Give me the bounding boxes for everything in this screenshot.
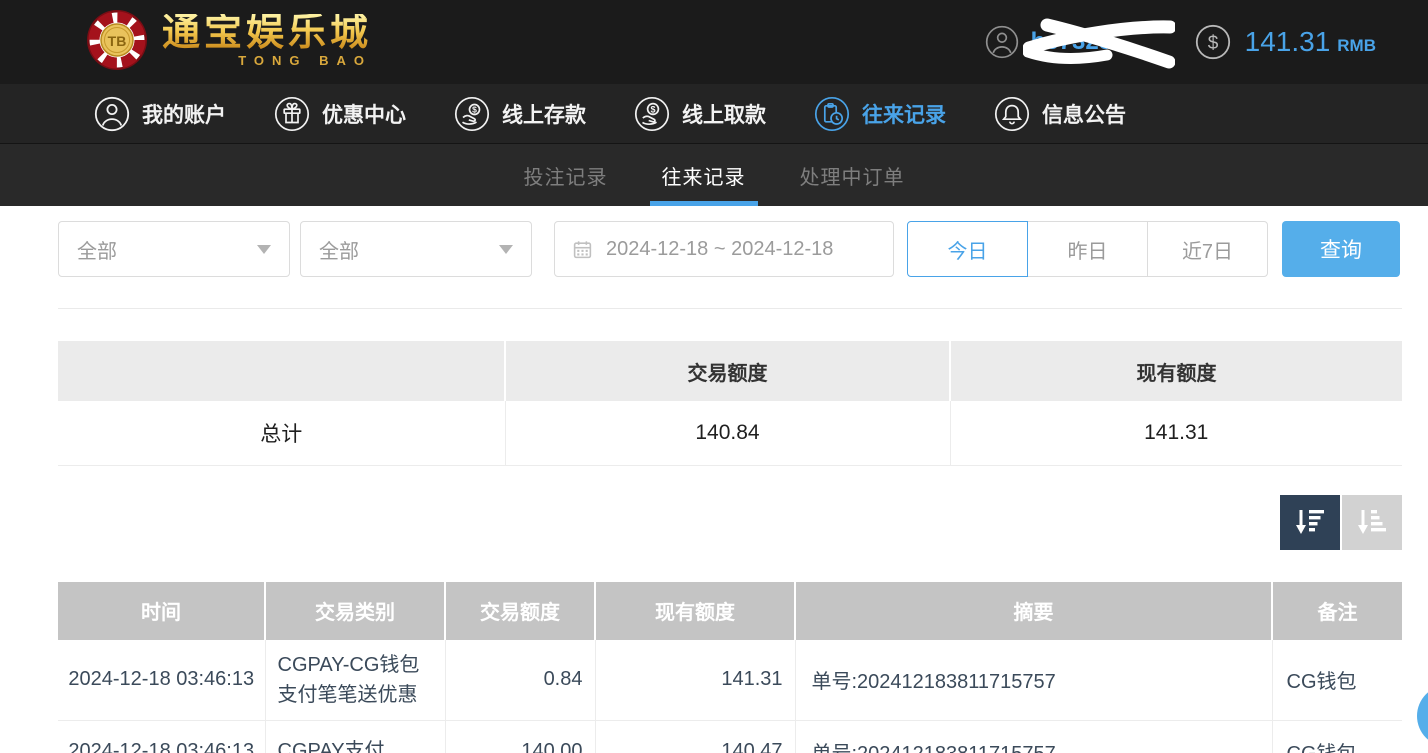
records-header-row: 时间 交易类别 交易额度 现有额度 摘要 备注 — [58, 582, 1402, 640]
dropdown-value: 全部 — [77, 235, 117, 264]
col-amount: 交易额度 — [445, 582, 595, 640]
svg-text:$: $ — [1207, 33, 1218, 54]
table-row: 2024-12-18 03:46:13 CGPAY支付 140.00 140.4… — [58, 720, 1402, 753]
logo-text: 通宝娱乐城 TONG BAO — [162, 14, 372, 67]
balance-amount: 141.31 — [1245, 26, 1331, 58]
sort-controls — [58, 495, 1402, 550]
cell-type: CGPAY支付 — [265, 720, 445, 753]
gift-icon — [274, 96, 310, 132]
poker-chip-logo-icon: TB — [86, 9, 148, 71]
date-range-value: 2024-12-18 ~ 2024-12-18 — [606, 238, 833, 261]
cell-balance: 140.47 — [595, 720, 795, 753]
balance-currency: RMB — [1337, 36, 1376, 56]
nav-label: 线上取款 — [682, 99, 766, 129]
col-summary: 摘要 — [795, 582, 1272, 640]
nav-item-announcements[interactable]: 信息公告 — [994, 96, 1126, 132]
search-button[interactable]: 查询 — [1282, 221, 1400, 277]
nav-label: 往来记录 — [862, 99, 946, 129]
logo-title-en: TONG BAO — [238, 54, 372, 67]
content: 全部 全部 2024-12-18 ~ 2024-12-1 — [0, 221, 1428, 753]
type-dropdown-2[interactable]: 全部 — [300, 221, 532, 277]
summary-header-row: 交易额度 现有额度 — [58, 341, 1402, 401]
records-icon — [814, 96, 850, 132]
cell-note: CG钱包 — [1272, 640, 1402, 721]
sort-descending-button[interactable] — [1280, 495, 1340, 550]
nav-label: 优惠中心 — [322, 99, 406, 129]
cell-summary: 单号:202412183811715757 — [795, 720, 1272, 753]
last-7-days-button[interactable]: 近7日 — [1147, 221, 1268, 277]
dropdown-value: 全部 — [319, 235, 359, 264]
cell-summary: 单号:202412183811715757 — [795, 640, 1272, 721]
summary-transaction-total: 140.84 — [505, 401, 950, 465]
balance-display: 141.31 RMB — [1245, 26, 1376, 58]
deposit-icon: $ — [454, 96, 490, 132]
tab-betting-records[interactable]: 投注记录 — [520, 144, 612, 206]
nav-label: 信息公告 — [1042, 99, 1126, 129]
nav-item-promotions[interactable]: 优惠中心 — [274, 96, 406, 132]
nav-label: 我的账户 — [142, 99, 226, 129]
date-range-input[interactable]: 2024-12-18 ~ 2024-12-18 — [554, 221, 894, 277]
summary-total-label: 总计 — [58, 401, 505, 465]
user-avatar-icon[interactable] — [985, 25, 1019, 59]
site-logo[interactable]: TB 通宝娱乐城 TONG BAO — [86, 9, 372, 71]
yesterday-button[interactable]: 昨日 — [1027, 221, 1148, 277]
quick-date-group: 今日 昨日 近7日 — [907, 221, 1268, 277]
nav-label: 线上存款 — [502, 99, 586, 129]
summary-balance-total: 141.31 — [950, 401, 1402, 465]
table-row: 2024-12-18 03:46:13 CGPAY-CG钱包支付笔笔送优惠 0.… — [58, 640, 1402, 721]
sort-ascending-icon — [1354, 506, 1390, 538]
nav-item-deposit[interactable]: $ 线上存款 — [454, 96, 586, 132]
cell-time: 2024-12-18 03:46:13 — [58, 640, 265, 721]
col-note: 备注 — [1272, 582, 1402, 640]
calendar-icon — [572, 239, 593, 260]
username[interactable]: bc7325 — [1031, 28, 1159, 56]
user-icon — [94, 96, 130, 132]
svg-text:TB: TB — [108, 33, 127, 49]
type-dropdown-1[interactable]: 全部 — [58, 221, 290, 277]
page: TB 通宝娱乐城 TONG BAO bc7325 — [0, 0, 1428, 753]
summary-col-empty — [58, 341, 505, 401]
cell-amount: 140.00 — [445, 720, 595, 753]
cell-amount: 0.84 — [445, 640, 595, 721]
cell-note: CG钱包 — [1272, 720, 1402, 753]
sub-tabs: 投注记录 往来记录 处理中订单 — [0, 144, 1428, 206]
filter-bar: 全部 全部 2024-12-18 ~ 2024-12-1 — [58, 221, 1402, 277]
sort-descending-icon — [1292, 506, 1328, 538]
today-button[interactable]: 今日 — [907, 221, 1028, 277]
nav-item-withdraw[interactable]: $ 线上取款 — [634, 96, 766, 132]
col-type: 交易类别 — [265, 582, 445, 640]
logo-title-cn: 通宝娱乐城 — [162, 14, 372, 52]
svg-text:$: $ — [650, 104, 655, 114]
cell-type: CGPAY-CG钱包支付笔笔送优惠 — [265, 640, 445, 721]
top-header: TB 通宝娱乐城 TONG BAO bc7325 — [0, 0, 1428, 84]
records-table: 时间 交易类别 交易额度 现有额度 摘要 备注 2024-12-18 03:46… — [58, 582, 1402, 753]
sort-ascending-button[interactable] — [1342, 495, 1402, 550]
tab-transaction-records[interactable]: 往来记录 — [658, 144, 750, 206]
summary-col-transaction: 交易额度 — [505, 341, 950, 401]
nav-item-my-account[interactable]: 我的账户 — [94, 96, 226, 132]
withdraw-icon: $ — [634, 96, 670, 132]
cell-time: 2024-12-18 03:46:13 — [58, 720, 265, 753]
svg-text:$: $ — [472, 104, 477, 114]
col-balance: 现有额度 — [595, 582, 795, 640]
chevron-down-icon — [499, 245, 513, 254]
chevron-down-icon — [257, 245, 271, 254]
col-time: 时间 — [58, 582, 265, 640]
tab-processing-orders[interactable]: 处理中订单 — [796, 144, 909, 206]
username-text: bc7325 — [1031, 28, 1112, 55]
main-nav: 我的账户 优惠中心 $ — [0, 84, 1428, 144]
nav-item-records[interactable]: 往来记录 — [814, 96, 946, 132]
wallet-dollar-icon[interactable]: $ — [1195, 24, 1231, 60]
summary-col-balance: 现有额度 — [950, 341, 1402, 401]
summary-table: 交易额度 现有额度 总计 140.84 141.31 — [58, 341, 1402, 466]
bell-icon — [994, 96, 1030, 132]
summary-total-row: 总计 140.84 141.31 — [58, 401, 1402, 465]
cell-balance: 141.31 — [595, 640, 795, 721]
user-cluster: bc7325 $ 141.31 RMB — [985, 0, 1376, 84]
section-divider — [58, 308, 1402, 309]
